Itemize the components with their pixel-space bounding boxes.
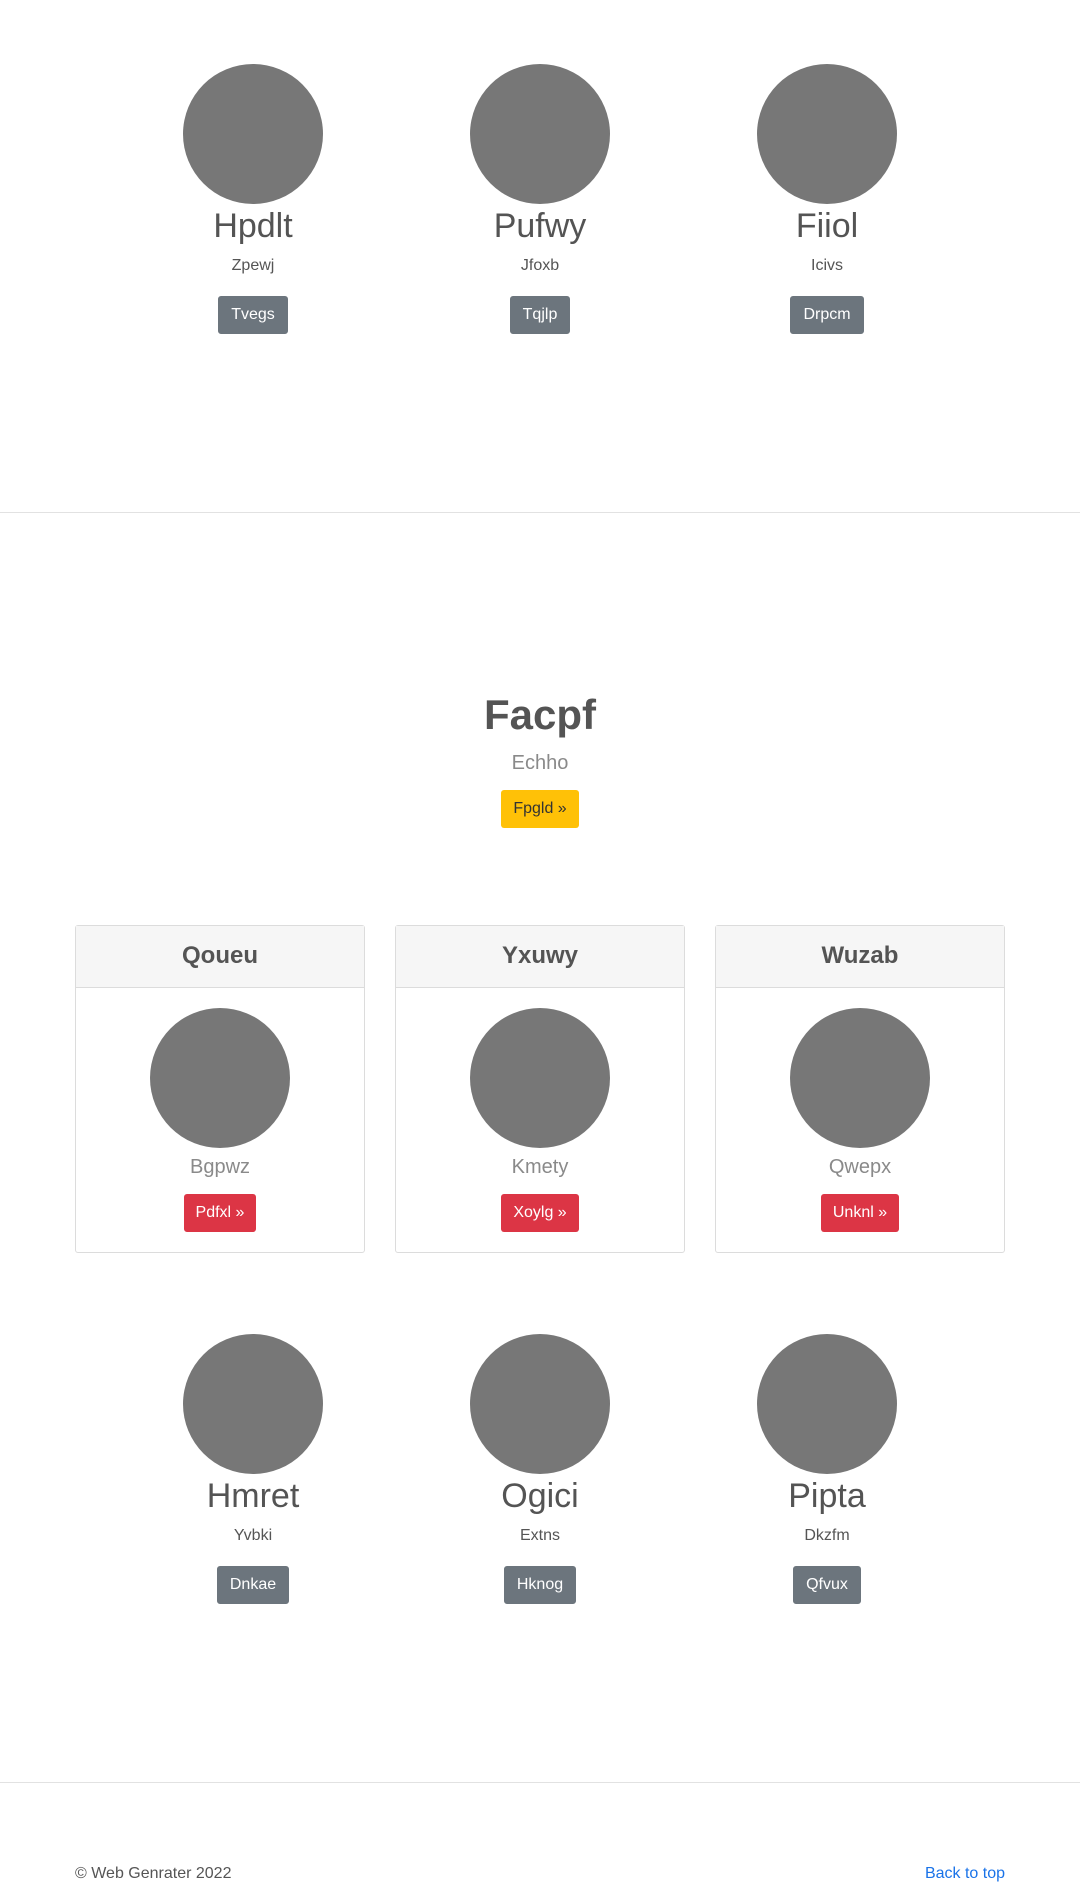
team-member: Hpdlt Zpewj Tvegs xyxy=(143,64,363,334)
avatar xyxy=(757,64,897,204)
avatar xyxy=(470,1334,610,1474)
team-member: Ogici Extns Hknog xyxy=(430,1334,650,1604)
avatar xyxy=(183,1334,323,1474)
footer-divider xyxy=(0,1782,1080,1783)
member-name: Fiiol xyxy=(795,207,859,245)
feature-card: Wuzab Qwepx Unknl » xyxy=(715,925,1005,1253)
member-button[interactable]: Drpcm xyxy=(790,296,864,334)
team-member: Pipta Dkzfm Qfvux xyxy=(717,1334,937,1604)
member-role: Dkzfm xyxy=(804,1527,850,1544)
team-member: Fiiol Icivs Drpcm xyxy=(717,64,937,334)
member-role: Extns xyxy=(519,1527,560,1544)
member-name: Ogici xyxy=(501,1477,579,1515)
card-button[interactable]: Pdfxl » xyxy=(183,1194,257,1232)
team-member: Pufwy Jfoxb Tqjlp xyxy=(430,64,650,334)
member-button[interactable]: Tqjlp xyxy=(509,296,571,334)
card-header: Qoueu xyxy=(76,926,364,988)
team-member: Hmret Yvbki Dnkae xyxy=(143,1334,363,1604)
hero-section: Facpf Echho Fpgld » xyxy=(0,690,1080,828)
member-role: Jfoxb xyxy=(520,257,560,274)
avatar xyxy=(470,1008,610,1148)
card-button[interactable]: Unknl » xyxy=(820,1194,900,1232)
card-header: Wuzab xyxy=(716,926,1004,988)
card-header: Yxuwy xyxy=(396,926,684,988)
avatar xyxy=(183,64,323,204)
member-role: Zpewj xyxy=(231,257,275,274)
card-text: Bgpwz xyxy=(189,1156,251,1178)
member-name: Pufwy xyxy=(493,207,587,245)
avatar xyxy=(790,1008,930,1148)
member-role: Yvbki xyxy=(233,1527,273,1544)
member-name: Hpdlt xyxy=(213,207,293,245)
avatar xyxy=(470,64,610,204)
card-button[interactable]: Xoylg » xyxy=(501,1194,579,1232)
section-divider xyxy=(0,512,1080,513)
back-to-top-link[interactable]: Back to top xyxy=(925,1864,1005,1884)
feature-card: Yxuwy Kmety Xoylg » xyxy=(395,925,685,1253)
avatar xyxy=(150,1008,290,1148)
member-name: Pipta xyxy=(788,1477,866,1515)
member-name: Hmret xyxy=(206,1477,300,1515)
member-button[interactable]: Hknog xyxy=(503,1566,577,1604)
team-section-bottom: Hmret Yvbki Dnkae Ogici Extns Hknog Pipt… xyxy=(0,1334,1080,1644)
hero-button[interactable]: Fpgld » xyxy=(501,790,579,828)
footer-copyright: © Web Genrater 2022 xyxy=(75,1865,232,1882)
card-text: Qwepx xyxy=(828,1156,892,1178)
card-text: Kmety xyxy=(511,1156,569,1178)
hero-subtitle: Echho xyxy=(511,752,569,774)
avatar xyxy=(757,1334,897,1474)
member-button[interactable]: Tvegs xyxy=(218,296,288,334)
member-button[interactable]: Dnkae xyxy=(216,1566,290,1604)
member-role: Icivs xyxy=(811,257,843,274)
team-section-top: Hpdlt Zpewj Tvegs Pufwy Jfoxb Tqjlp Fiio… xyxy=(0,64,1080,374)
feature-card: Qoueu Bgpwz Pdfxl » xyxy=(75,925,365,1253)
member-button[interactable]: Qfvux xyxy=(793,1566,861,1604)
hero-title: Facpf xyxy=(483,691,596,738)
